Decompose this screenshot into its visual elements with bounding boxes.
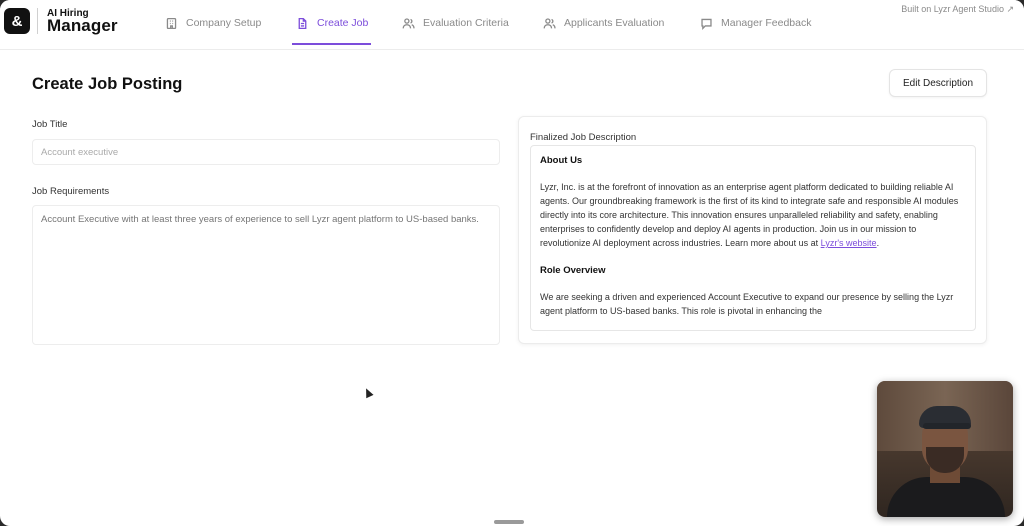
tab-applicants-evaluation-label: Applicants Evaluation xyxy=(564,17,665,29)
webcam-video xyxy=(877,381,1013,517)
edit-description-button[interactable]: Edit Description xyxy=(889,69,987,97)
about-end: . xyxy=(876,238,880,248)
about-text: Lyzr, Inc. is at the forefront of innova… xyxy=(540,182,959,248)
building-icon xyxy=(166,17,177,29)
tab-applicants-evaluation[interactable]: Applicants Evaluation xyxy=(543,0,664,46)
brand-title: Manager xyxy=(47,16,118,35)
website-link[interactable]: Lyzr's website xyxy=(821,238,877,248)
job-description-label: Finalized Job Description xyxy=(530,132,637,143)
users-icon xyxy=(402,17,415,28)
job-description-card: Finalized Job Description About Us Lyzr,… xyxy=(518,116,987,344)
logo-glyph: & xyxy=(11,12,23,30)
role-overview-paragraph: We are seeking a driven and experienced … xyxy=(540,292,954,316)
tab-company-setup[interactable]: Company Setup xyxy=(165,0,261,46)
about-paragraph: Lyzr, Inc. is at the forefront of innova… xyxy=(540,180,966,250)
scroll-handle[interactable] xyxy=(494,520,524,524)
top-nav: & AI Hiring Manager Company Setup Create… xyxy=(0,0,1024,50)
tab-evaluation-criteria[interactable]: Evaluation Criteria xyxy=(402,0,509,46)
tab-company-setup-label: Company Setup xyxy=(186,17,262,29)
chat-icon xyxy=(701,18,712,30)
mouse-cursor xyxy=(362,386,374,399)
users-icon xyxy=(543,17,556,28)
active-tab-indicator xyxy=(292,43,371,45)
logo-icon[interactable]: & xyxy=(4,8,30,34)
tab-manager-feedback-label: Manager Feedback xyxy=(721,17,812,29)
role-overview-heading: Role Overview xyxy=(540,265,606,276)
job-requirements-textarea[interactable] xyxy=(32,205,500,345)
document-icon xyxy=(298,17,307,29)
job-requirements-label: Job Requirements xyxy=(32,186,110,197)
webcam-shirt xyxy=(887,477,1005,517)
job-title-input[interactable] xyxy=(32,139,500,165)
page-title: Create Job Posting xyxy=(32,75,183,93)
tab-manager-feedback[interactable]: Manager Feedback xyxy=(700,0,811,46)
job-title-label: Job Title xyxy=(32,119,68,130)
job-description-panel[interactable]: About Us Lyzr, Inc. is at the forefront … xyxy=(530,145,976,331)
built-on-link[interactable]: Built on Lyzr Agent Studio ↗ xyxy=(901,4,1014,15)
webcam-cap-brim xyxy=(923,423,971,429)
logo-divider xyxy=(37,8,38,34)
tab-evaluation-criteria-label: Evaluation Criteria xyxy=(423,17,509,29)
app-window: & AI Hiring Manager Company Setup Create… xyxy=(0,0,1024,526)
about-heading: About Us xyxy=(540,155,583,166)
tab-create-job[interactable]: Create Job xyxy=(296,0,368,46)
tab-create-job-label: Create Job xyxy=(317,17,369,29)
